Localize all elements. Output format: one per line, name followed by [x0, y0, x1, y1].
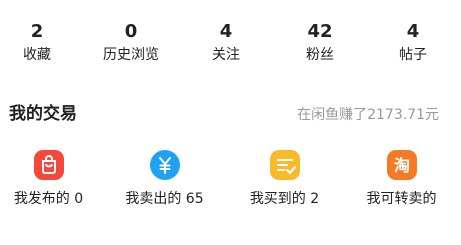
trade-item-published[interactable]: 我发布的 0 [0, 150, 106, 208]
tao-glyph: 淘 [393, 156, 409, 175]
stat-followers[interactable]: 42 粉丝 [275, 22, 365, 64]
stat-posts[interactable]: 4 帖子 [368, 22, 458, 64]
trade-item-bought-label: 我买到的 2 [249, 191, 320, 207]
my-trades-header: 我的交易 在闲鱼赚了2173.71元 [0, 100, 461, 130]
tao-resell-icon: 淘 [386, 150, 417, 180]
section-divider [0, 84, 461, 94]
trade-item-sold-label: 我卖出的 65 [125, 191, 204, 207]
stats-bar: 2 收藏 0 历史浏览 4 关注 42 粉丝 4 帖子 [0, 0, 461, 82]
stat-following[interactable]: 4 关注 [181, 22, 271, 64]
order-check-icon [269, 150, 300, 180]
trade-item-sold[interactable]: 我卖出的 65 [107, 150, 222, 208]
my-trades-title: 我的交易 [9, 104, 77, 124]
stat-followers-count: 42 [307, 21, 333, 42]
stat-favorites[interactable]: 2 收藏 [0, 22, 82, 64]
stat-posts-count: 4 [406, 21, 420, 42]
yen-coin-icon [149, 150, 180, 180]
trade-item-resellable[interactable]: 淘 我可转卖的 [344, 150, 459, 208]
stat-history[interactable]: 0 历史浏览 [86, 22, 176, 64]
shopping-bag-icon [33, 150, 64, 180]
stat-favorites-count: 2 [30, 21, 44, 42]
stat-followers-label: 粉丝 [306, 47, 334, 63]
stat-history-count: 0 [124, 21, 138, 42]
stat-posts-label: 帖子 [399, 47, 427, 63]
stat-history-label: 历史浏览 [103, 47, 159, 63]
stat-following-count: 4 [219, 21, 233, 42]
earnings-text[interactable]: 在闲鱼赚了2173.71元 [297, 104, 439, 126]
trade-item-resellable-label: 我可转卖的 [366, 191, 437, 207]
stat-following-label: 关注 [212, 47, 240, 63]
trade-item-bought[interactable]: 我买到的 2 [227, 150, 342, 208]
stat-favorites-label: 收藏 [23, 47, 51, 63]
trade-item-published-label: 我发布的 0 [13, 191, 84, 207]
